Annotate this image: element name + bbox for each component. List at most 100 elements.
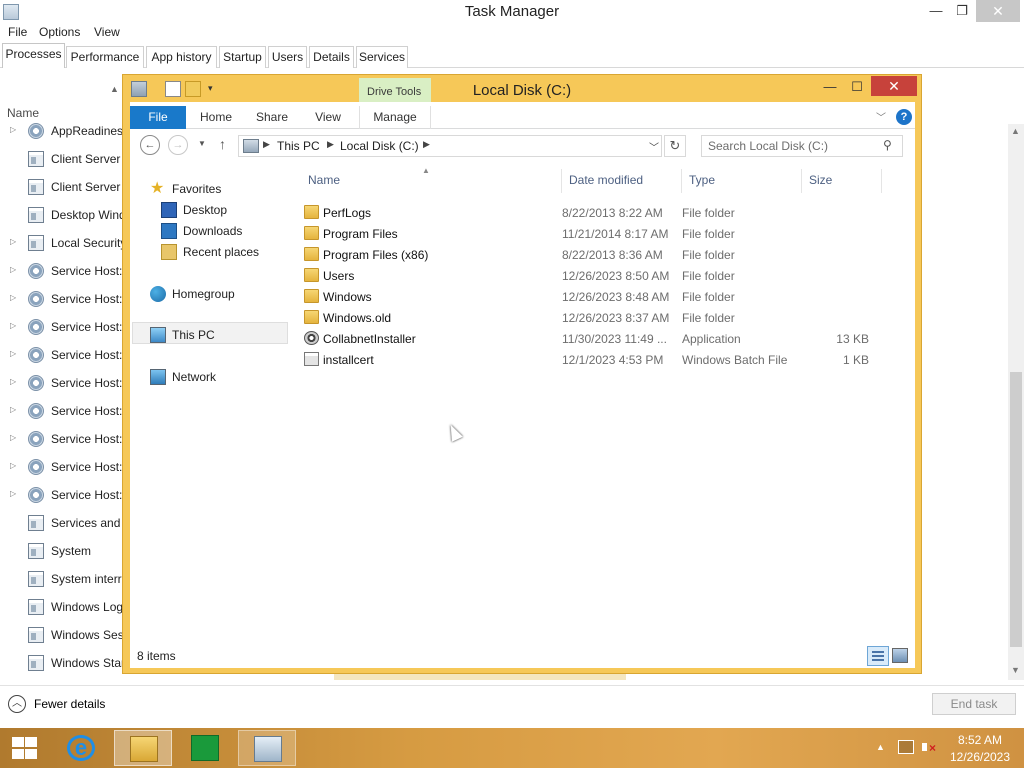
menu-file[interactable]: File	[8, 25, 27, 39]
clock-date[interactable]: 12/26/2023	[946, 750, 1014, 764]
process-row[interactable]: ▷ Local Security Authority Process	[0, 232, 124, 256]
back-arrow-icon[interactable]: ←	[140, 135, 160, 155]
process-row[interactable]: System	[0, 540, 124, 564]
file-row[interactable]: Program Files (x86) 8/22/2013 8:36 AM File…	[296, 245, 896, 266]
file-row[interactable]: Program Files 11/21/2014 8:17 AM File fold…	[296, 224, 896, 245]
close-icon[interactable]: ✕	[871, 76, 917, 96]
forward-arrow-icon[interactable]: →	[168, 135, 188, 155]
minimize-icon[interactable]: —	[924, 0, 948, 22]
process-row[interactable]: ▷ Service Host:	[0, 316, 124, 340]
fewer-details-link[interactable]: Fewer details	[34, 697, 105, 711]
chevron-up-circle-icon[interactable]: ︿	[8, 695, 26, 713]
search-input[interactable]	[708, 138, 878, 154]
process-row[interactable]: ▷ Service Host:	[0, 288, 124, 312]
process-row[interactable]: Client Server Runtime Process	[0, 148, 124, 172]
menu-view[interactable]: View	[94, 25, 120, 39]
large-icons-view-icon[interactable]	[892, 648, 908, 663]
network-tray-icon[interactable]	[898, 740, 914, 754]
close-icon[interactable]: ✕	[976, 0, 1020, 22]
process-row[interactable]: Client Server Runtime Process	[0, 176, 124, 200]
column-divider[interactable]	[681, 169, 682, 193]
tab-services[interactable]: Services	[356, 46, 408, 68]
tab-app-history[interactable]: App history	[146, 46, 217, 68]
column-header-name[interactable]: Name	[308, 173, 340, 187]
expand-chevron-right-icon[interactable]: ▷	[10, 125, 16, 134]
taskbar-internet-explorer[interactable]: e	[52, 730, 110, 766]
tab-performance[interactable]: Performance	[66, 46, 144, 68]
refresh-icon[interactable]: ↻	[664, 135, 686, 157]
column-divider[interactable]	[881, 169, 882, 193]
process-row[interactable]: Windows Logon Application	[0, 596, 124, 620]
taskbar-store[interactable]	[176, 730, 234, 766]
expand-chevron-right-icon[interactable]: ▷	[10, 349, 16, 358]
address-history-chevron-down-icon[interactable]: ﹀	[649, 139, 659, 154]
process-row[interactable]: Desktop Window Manager	[0, 204, 124, 228]
expand-chevron-right-icon[interactable]: ▷	[10, 433, 16, 442]
process-row[interactable]: ▷ Service Host:	[0, 456, 124, 480]
file-row[interactable]: installcert 12/1/2023 4:53 PM Windows Batc…	[296, 350, 896, 371]
tab-users[interactable]: Users	[268, 46, 307, 68]
column-header-size[interactable]: Size	[809, 173, 832, 187]
up-arrow-icon[interactable]: ↑	[219, 136, 226, 152]
file-row[interactable]: Windows 12/26/2023 8:48 AM File folder	[296, 287, 896, 308]
breadcrumb-this-pc[interactable]: This PC	[277, 139, 320, 153]
process-row[interactable]: Windows Start-Up Application	[0, 652, 124, 676]
process-row[interactable]: System interrupts	[0, 568, 124, 592]
expand-chevron-right-icon[interactable]: ▷	[10, 405, 16, 414]
search-box[interactable]: ⚲	[701, 135, 903, 157]
help-icon[interactable]: ?	[896, 109, 912, 125]
process-row[interactable]: ▷ Service Host:	[0, 484, 124, 508]
process-name-column-header[interactable]: Name	[7, 106, 39, 120]
column-divider[interactable]	[561, 169, 562, 193]
breadcrumb-chevron-icon[interactable]: ▶	[263, 139, 270, 150]
ribbon-tab-share[interactable]: Share	[246, 106, 298, 129]
scrollbar-thumb[interactable]	[1010, 372, 1022, 647]
file-row[interactable]: PerfLogs 8/22/2013 8:22 AM File folder	[296, 203, 896, 224]
clock-time[interactable]: 8:52 AM	[950, 733, 1010, 747]
maximize-icon[interactable]: ☐	[844, 77, 870, 97]
expand-chevron-right-icon[interactable]: ▷	[10, 265, 16, 274]
end-task-button[interactable]: End task	[932, 693, 1016, 715]
expand-chevron-right-icon[interactable]: ▷	[10, 377, 16, 386]
scroll-down-icon[interactable]: ▼	[1011, 665, 1020, 675]
column-header-date-modified[interactable]: Date modified	[569, 173, 643, 187]
details-view-icon[interactable]	[867, 646, 889, 666]
process-row[interactable]: ▷ Service Host:	[0, 428, 124, 452]
process-row[interactable]: ▷ Service Host:	[0, 400, 124, 424]
process-row[interactable]: Windows Session Manager	[0, 624, 124, 648]
search-icon[interactable]: ⚲	[883, 138, 892, 152]
expand-chevron-right-icon[interactable]: ▷	[10, 489, 16, 498]
start-windows-logo-icon[interactable]	[10, 736, 38, 760]
ribbon-tab-manage[interactable]: Manage	[359, 106, 431, 129]
show-hidden-icons-chevron-up-icon[interactable]: ▲	[876, 742, 885, 752]
minimize-icon[interactable]: —	[817, 77, 843, 97]
tab-processes[interactable]: Processes	[2, 43, 65, 68]
menu-options[interactable]: Options	[39, 25, 80, 39]
column-header-type[interactable]: Type	[689, 173, 715, 187]
taskbar-file-explorer[interactable]	[114, 730, 172, 766]
address-bar[interactable]: ▶ This PC ▶ Local Disk (C:) ▶ ﹀	[238, 135, 662, 157]
ribbon-tab-view[interactable]: View	[302, 106, 354, 129]
breadcrumb-chevron-icon[interactable]: ▶	[423, 139, 430, 150]
ribbon-tab-file[interactable]: File	[130, 106, 186, 129]
process-row[interactable]: Services and Controller app	[0, 512, 124, 536]
restore-icon[interactable]: ❐	[950, 0, 974, 22]
tab-startup[interactable]: Startup	[219, 46, 266, 68]
file-row[interactable]: CollabnetInstaller 11/30/2023 11:49 ... Ap…	[296, 329, 896, 350]
expand-chevron-right-icon[interactable]: ▷	[10, 461, 16, 470]
volume-muted-icon[interactable]	[920, 740, 936, 754]
process-row[interactable]: ▷ Service Host:	[0, 260, 124, 284]
expand-chevron-right-icon[interactable]: ▷	[10, 321, 16, 330]
process-row[interactable]: ▷ AppReadiness	[0, 120, 124, 144]
ribbon-tab-home[interactable]: Home	[190, 106, 242, 129]
process-row[interactable]: ▷ Service Host:	[0, 372, 124, 396]
scroll-up-icon[interactable]: ▲	[1011, 126, 1020, 136]
file-row[interactable]: Windows.old 12/26/2023 8:37 AM File folder	[296, 308, 896, 329]
file-row[interactable]: Users 12/26/2023 8:50 AM File folder	[296, 266, 896, 287]
breadcrumb-local-disk[interactable]: Local Disk (C:)	[340, 139, 419, 153]
breadcrumb-chevron-icon[interactable]: ▶	[327, 139, 334, 150]
column-divider[interactable]	[801, 169, 802, 193]
tab-details[interactable]: Details	[309, 46, 354, 68]
expand-chevron-right-icon[interactable]: ▷	[10, 237, 16, 246]
expand-chevron-right-icon[interactable]: ▷	[10, 293, 16, 302]
